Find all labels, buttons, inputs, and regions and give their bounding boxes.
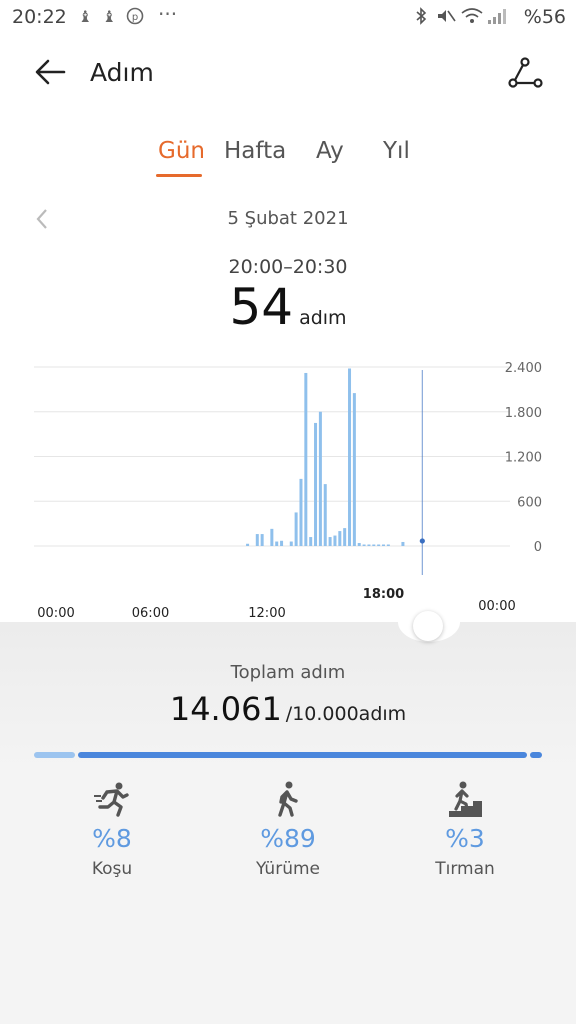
tab-month[interactable]: Ay [316, 138, 344, 164]
runner-icon: ♝ [102, 7, 117, 26]
step-bar [362, 544, 366, 546]
step-bar [309, 537, 313, 546]
back-button[interactable] [30, 52, 70, 92]
running-icon [92, 780, 132, 820]
x-tick-label: 00:00 [478, 599, 515, 614]
climbing-label: Tırman [435, 859, 495, 879]
time-scrubber-handle[interactable] [413, 611, 443, 641]
y-tick-label: 1.800 [505, 406, 542, 421]
bluetooth-icon [414, 7, 428, 29]
x-tick-label: 06:00 [132, 606, 169, 621]
svg-text:p: p [132, 12, 138, 23]
y-tick-label: 600 [517, 495, 542, 510]
breakdown-segment [77, 752, 527, 758]
x-tick-label: 12:00 [248, 606, 285, 621]
y-tick-label: 0 [534, 540, 542, 555]
page-title: Adım [90, 58, 154, 87]
step-bar [348, 368, 352, 546]
steps-chart[interactable]: 2.400 1.800 1.200 600 0 00:00 06:00 12:00 18:00 0… [0, 340, 576, 630]
activity-breakdown-bar [34, 752, 542, 758]
walking-label: Yürüme [256, 859, 320, 879]
step-bar [382, 544, 385, 546]
wifi-icon [460, 7, 484, 29]
step-bar [260, 534, 264, 546]
walking-icon [268, 780, 308, 820]
breakdown-segment [34, 752, 75, 758]
step-bar [338, 531, 342, 546]
step-bar [367, 544, 371, 546]
step-bar [386, 544, 390, 546]
status-time: 20:22 [12, 6, 67, 28]
signal-icon [486, 7, 506, 29]
x-tick-label: 18:00 [363, 587, 404, 602]
status-bar: 20:22 ♝ ♝ p ··· %56 [0, 0, 576, 36]
steps-goal: /10.000adım [285, 703, 407, 725]
step-bar [280, 540, 284, 546]
mute-icon [436, 7, 456, 29]
step-bar [255, 534, 259, 546]
step-bar [299, 478, 303, 546]
y-tick-label: 1.200 [505, 451, 542, 466]
route-icon [508, 57, 543, 88]
current-date: 5 Şubat 2021 [227, 208, 349, 229]
step-bar [352, 393, 356, 546]
step-bar [372, 544, 376, 546]
x-tick-label: 00:00 [37, 606, 74, 621]
climbing-icon [445, 780, 485, 820]
selected-steps-value: 54 [229, 278, 294, 336]
selected-steps-unit: adım [299, 307, 347, 329]
step-bar [304, 372, 308, 546]
step-bar [275, 541, 279, 546]
selected-time-range: 20:00–20:30 [228, 256, 348, 278]
total-steps-value: 14.061 [169, 690, 282, 728]
y-tick-label: 2.400 [505, 361, 542, 376]
route-button[interactable] [504, 54, 544, 94]
pinterest-icon: p [126, 7, 144, 29]
step-bar [328, 537, 332, 546]
running-label: Koşu [91, 859, 133, 879]
activity-walking: %89 Yürüme [208, 780, 368, 879]
running-percent: %8 [92, 824, 132, 853]
active-tab-indicator [156, 174, 202, 177]
step-bar [314, 422, 318, 546]
step-bar [377, 544, 381, 546]
runner-icon: ♝ [78, 7, 93, 26]
step-bar [318, 411, 322, 546]
step-bar [401, 541, 405, 546]
activity-running: %8 Koşu [32, 780, 192, 879]
tab-day[interactable]: Gün [158, 138, 205, 164]
step-bar [246, 543, 250, 546]
walking-percent: %89 [260, 824, 316, 853]
breakdown-segment [529, 752, 542, 758]
step-bar [289, 541, 293, 546]
total-steps-label: Toplam adım [230, 662, 346, 683]
step-bar [323, 484, 327, 546]
tab-year[interactable]: Yıl [383, 138, 410, 164]
total-steps: 14.061/10.000adım [0, 690, 576, 728]
selected-bar-marker [419, 538, 425, 544]
step-bar [357, 543, 361, 546]
more-dots-icon: ··· [158, 2, 178, 26]
step-bar [294, 512, 298, 546]
selected-step-count: 54 adım [0, 278, 576, 336]
step-bar [333, 535, 337, 546]
activity-climbing: %3 Tırman [385, 780, 545, 879]
battery-level: %56 [523, 6, 566, 28]
step-bar [270, 528, 274, 546]
step-bar [343, 528, 347, 546]
tab-week[interactable]: Hafta [224, 138, 286, 164]
climbing-percent: %3 [445, 824, 485, 853]
back-arrow-icon [35, 59, 66, 85]
